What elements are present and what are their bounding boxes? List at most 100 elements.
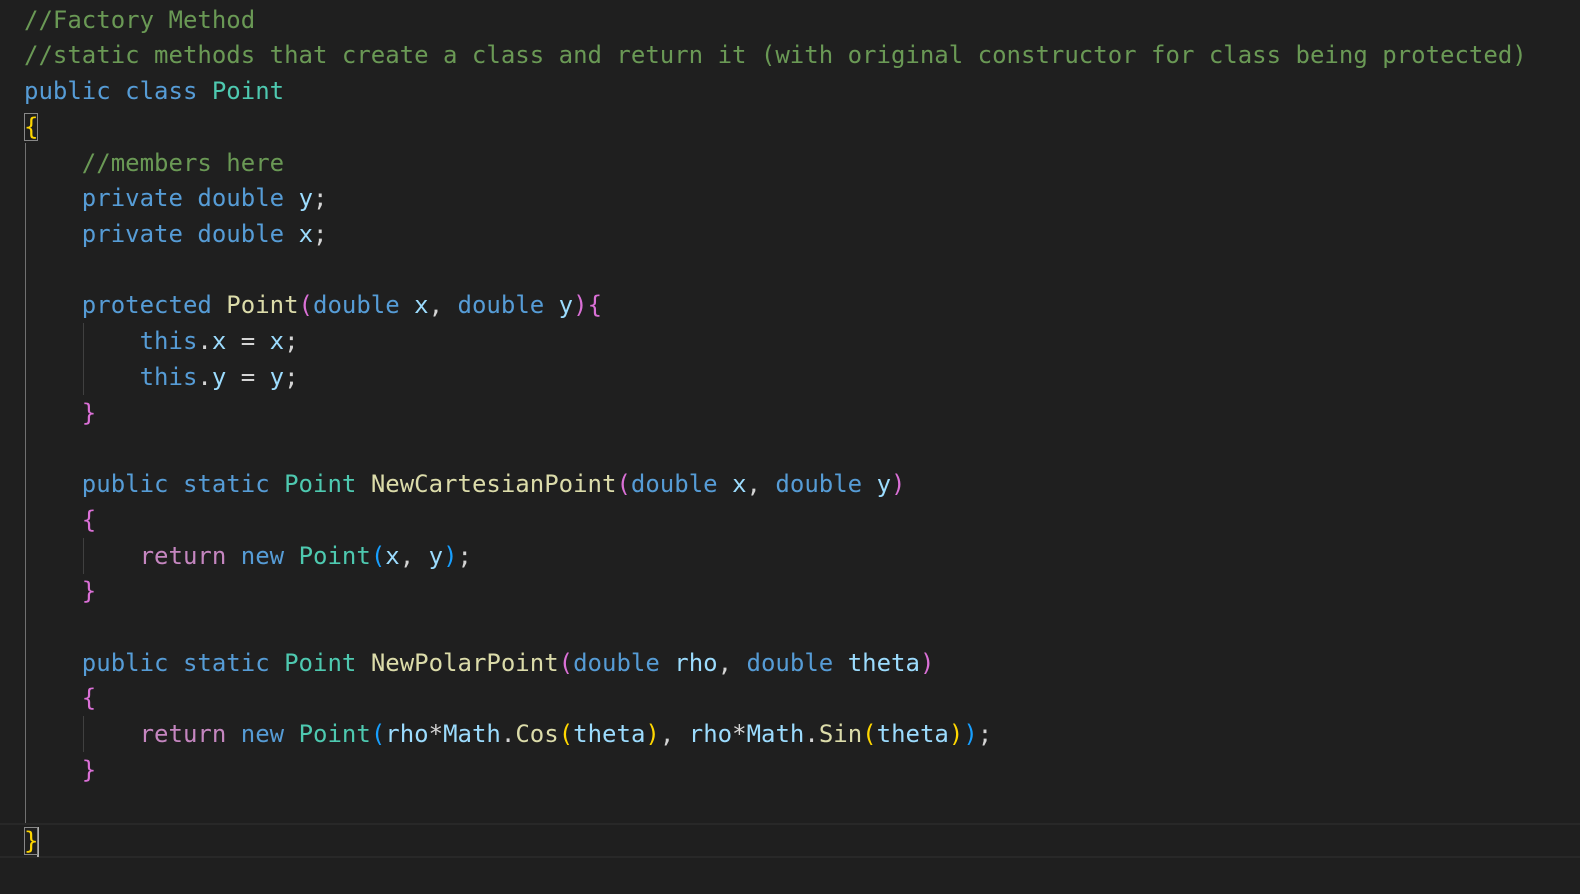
code-token: , [746, 470, 776, 498]
code-line-2[interactable]: //static methods that create a class and… [24, 37, 1527, 73]
code-line-19[interactable]: public static Point NewPolarPoint(double… [24, 645, 935, 681]
code-token: this [139, 327, 198, 355]
code-token: Point [284, 470, 357, 498]
code-line-12[interactable]: } [24, 395, 96, 431]
code-token: y [876, 470, 892, 498]
code-line-4[interactable]: { [24, 109, 39, 145]
code-line-16[interactable]: return new Point(x, y); [24, 538, 472, 574]
code-line-21[interactable]: return new Point(rho*Math.Cos(theta), rh… [24, 716, 993, 752]
code-token: Math [746, 720, 805, 748]
code-token: double [197, 220, 285, 248]
code-token: ; [284, 363, 299, 391]
code-token: ) [948, 720, 964, 748]
code-token: theta [847, 649, 920, 677]
code-line-20[interactable]: { [24, 680, 96, 716]
text-cursor [37, 827, 40, 857]
code-line-14[interactable]: public static Point NewCartesianPoint(do… [24, 466, 906, 502]
code-line-3[interactable]: public class Point [24, 73, 284, 109]
code-token: , [659, 720, 689, 748]
code-token: NewPolarPoint [370, 649, 559, 677]
code-comment: //static methods that create a class and… [24, 41, 1527, 69]
code-token: Point [226, 291, 299, 319]
code-token: double [630, 470, 718, 498]
code-token: Sin [818, 720, 863, 748]
code-token: theta [573, 720, 646, 748]
code-token: rho [688, 720, 733, 748]
code-token: static [182, 470, 270, 498]
current-line-highlight [0, 823, 1580, 858]
code-token: ( [370, 720, 386, 748]
code-token: * [428, 720, 444, 748]
code-token: double [313, 291, 400, 319]
code-token: x [298, 220, 314, 248]
code-token: ) [919, 649, 935, 677]
code-line-1[interactable]: //Factory Method [24, 2, 255, 38]
code-token: x [414, 291, 429, 319]
code-token: { [81, 506, 97, 534]
code-token: this [139, 363, 198, 391]
code-token: . [197, 363, 212, 391]
code-token: double [775, 470, 863, 498]
code-token: ( [616, 470, 631, 498]
code-token: y [211, 363, 227, 391]
code-token: Point [211, 77, 285, 105]
code-token: . [500, 720, 516, 748]
code-line-17[interactable]: } [24, 573, 96, 609]
code-token: } [81, 577, 97, 605]
code-token: ) [443, 542, 458, 570]
code-token: private [81, 184, 183, 212]
code-token: public [81, 470, 169, 498]
code-line-7[interactable]: private double x; [24, 216, 328, 252]
code-token: = [226, 363, 270, 391]
code-token: double [457, 291, 545, 319]
code-line-22[interactable]: } [24, 752, 96, 788]
code-token: class [125, 77, 198, 105]
code-line-24[interactable]: } [24, 823, 40, 859]
code-token: ; [313, 184, 328, 212]
code-token: ) [891, 470, 906, 498]
code-token: ( [370, 542, 386, 570]
code-token: static [182, 649, 270, 677]
code-editor[interactable]: //Factory Method //static methods that cr… [0, 0, 1580, 894]
code-token: protected [81, 291, 212, 319]
code-line-15[interactable]: { [24, 502, 96, 538]
code-token: theta [876, 720, 949, 748]
code-token: , [428, 291, 458, 319]
code-line-5[interactable]: //members here [24, 145, 284, 181]
code-line-10[interactable]: this.x = x; [24, 323, 299, 359]
code-line-6[interactable]: private double y; [24, 180, 328, 216]
code-comment: //members here [81, 149, 285, 177]
code-token: } [81, 756, 97, 784]
code-token: * [732, 720, 747, 748]
code-token: x [732, 470, 747, 498]
code-token: public [24, 77, 111, 105]
code-token: , [399, 542, 429, 570]
code-token: double [573, 649, 660, 677]
code-token: y [298, 184, 314, 212]
code-line-9[interactable]: protected Point(double x, double y){ [24, 287, 602, 323]
code-line-11[interactable]: this.y = y; [24, 359, 299, 395]
code-token: = [226, 327, 270, 355]
